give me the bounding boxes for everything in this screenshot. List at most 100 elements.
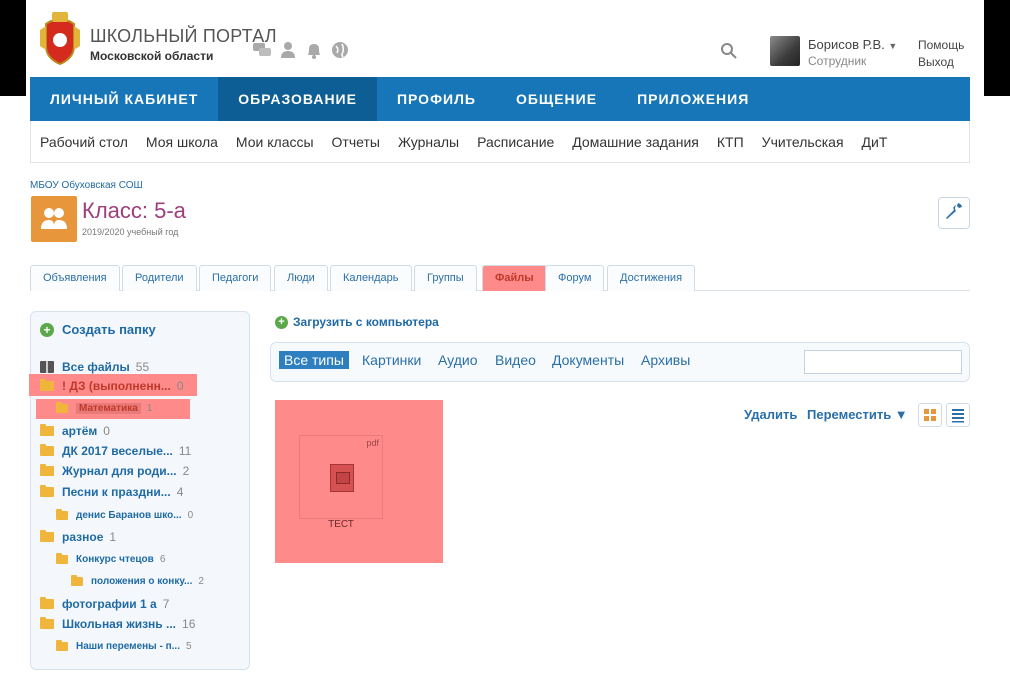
settings-button[interactable] xyxy=(938,197,970,229)
plus-icon: + xyxy=(40,322,54,337)
sub-nav-my-classes[interactable]: Мои классы xyxy=(236,134,314,150)
tree-count: 0 xyxy=(103,424,110,438)
tab-calendar[interactable]: Календарь xyxy=(330,265,412,291)
folder-item[interactable]: Конкурс чтецов 6 xyxy=(56,553,165,565)
delete-button[interactable]: Удалить xyxy=(744,407,797,422)
folder-item[interactable]: Журнал для роди... 2 xyxy=(40,464,189,478)
sub-nav-dit[interactable]: ДиТ xyxy=(862,134,888,150)
main-nav-communication[interactable]: ОБЩЕНИЕ xyxy=(496,77,617,121)
list-view-icon xyxy=(947,409,969,430)
grid-view-button[interactable] xyxy=(918,403,942,427)
folder-icon xyxy=(56,553,68,564)
person-icon[interactable] xyxy=(278,40,298,60)
tab-teachers[interactable]: Педагоги xyxy=(199,265,272,291)
folder-icon xyxy=(40,617,54,629)
folder-item[interactable]: фотографии 1 а 7 xyxy=(40,597,169,611)
user-menu[interactable]: Борисов Р.В. ▼ xyxy=(808,37,897,52)
folder-icon xyxy=(56,402,68,413)
sub-nav-my-school[interactable]: Моя школа xyxy=(146,134,218,150)
filter-images[interactable]: Картинки xyxy=(362,352,421,368)
upload-button[interactable]: + Загрузить с компьютера xyxy=(275,315,439,329)
tab-announcements[interactable]: Объявления xyxy=(30,265,120,291)
header-icons xyxy=(252,40,350,60)
tab-parents[interactable]: Родители xyxy=(122,265,197,291)
sub-nav-desktop[interactable]: Рабочий стол xyxy=(40,134,128,150)
tree-count: 1 xyxy=(146,403,153,414)
file-search-input[interactable] xyxy=(804,350,962,374)
list-view-button[interactable] xyxy=(946,403,970,427)
filter-video[interactable]: Видео xyxy=(495,352,536,368)
folder-icon xyxy=(56,640,68,651)
tab-groups[interactable]: Группы xyxy=(414,265,477,291)
filter-audio[interactable]: Аудио xyxy=(438,352,478,368)
tree-label: Все файлы xyxy=(62,360,130,374)
tree-count: 4 xyxy=(176,485,184,499)
file-item[interactable]: pdf xyxy=(299,435,383,519)
folder-icon xyxy=(40,485,54,497)
folder-icon xyxy=(40,464,54,476)
all-files-item[interactable]: Все файлы 55 xyxy=(40,360,149,374)
filter-documents[interactable]: Документы xyxy=(552,352,624,368)
folder-item[interactable]: ДК 2017 веселые... 11 xyxy=(40,444,191,458)
main-nav-profile[interactable]: ПРОФИЛЬ xyxy=(377,77,496,121)
folder-item[interactable]: Школьная жизнь ... 16 xyxy=(40,617,195,631)
main-nav-education[interactable]: ОБРАЗОВАНИЕ xyxy=(218,77,377,121)
folder-item[interactable]: разное 1 xyxy=(40,530,116,544)
chat-icon[interactable] xyxy=(252,40,272,60)
tree-count: 0 xyxy=(176,379,184,393)
folder-icon xyxy=(71,575,83,586)
tree-label: ! ДЗ (выполненн... xyxy=(62,379,171,393)
folder-icon xyxy=(40,444,54,456)
pdf-icon xyxy=(330,464,354,492)
main-nav-cabinet[interactable]: ЛИЧНЫЙ КАБИНЕТ xyxy=(30,77,218,121)
help-link[interactable]: Помощь xyxy=(918,38,964,52)
tab-forum[interactable]: Форум xyxy=(545,265,605,291)
sub-nav-teachers-room[interactable]: Учительская xyxy=(762,134,844,150)
portal-subtitle: Московской области xyxy=(90,49,214,63)
folder-item[interactable]: Песни к праздни... 4 xyxy=(40,485,183,499)
create-folder-button[interactable]: + Создать папку xyxy=(40,322,156,337)
folder-item[interactable]: положения о конку... 2 xyxy=(71,575,204,587)
upload-label: Загрузить с компьютера xyxy=(293,315,439,329)
sub-nav-journals[interactable]: Журналы xyxy=(398,134,459,150)
portal-title[interactable]: ШКОЛЬНЫЙ ПОРТАЛ xyxy=(90,26,277,47)
filter-all[interactable]: Все типы xyxy=(279,351,349,369)
coat-of-arms-icon[interactable] xyxy=(38,10,82,66)
tab-achievements[interactable]: Достижения xyxy=(607,265,696,291)
breadcrumb[interactable]: МБОУ Обуховская СОШ xyxy=(30,180,143,191)
file-grid: pdf ТЕСТ xyxy=(275,400,443,563)
avatar[interactable] xyxy=(770,36,800,66)
tab-people[interactable]: Люди xyxy=(274,265,328,291)
tree-count: 2 xyxy=(182,464,190,478)
tab-files[interactable]: Файлы xyxy=(482,265,547,291)
folder-icon xyxy=(40,597,54,609)
folder-item[interactable]: ! ДЗ (выполненн... 0 xyxy=(40,379,184,393)
bell-icon[interactable] xyxy=(304,40,324,60)
tree-count: 5 xyxy=(185,641,192,652)
sub-nav-homework[interactable]: Домашние задания xyxy=(572,134,699,150)
folder-item[interactable]: артём 0 xyxy=(40,424,110,438)
tree-label: разное xyxy=(62,530,104,544)
user-name: Борисов Р.В. xyxy=(808,37,885,52)
search-icon[interactable] xyxy=(720,42,738,65)
main-nav-apps[interactable]: ПРИЛОЖЕНИЯ xyxy=(617,77,769,121)
move-button[interactable]: Переместить ▼ xyxy=(807,407,908,422)
page-title: Класс: 5-а xyxy=(82,198,186,223)
site-header: ШКОЛЬНЫЙ ПОРТАЛ Московской области Борис… xyxy=(30,0,970,77)
folder-item[interactable]: Наши перемены - п... 5 xyxy=(56,640,192,652)
filter-archives[interactable]: Архивы xyxy=(641,352,690,368)
black-border-left xyxy=(0,0,26,96)
folder-item[interactable]: Математика 1 xyxy=(56,402,153,414)
file-name[interactable]: ТЕСТ xyxy=(299,519,383,530)
sub-nav-ktp[interactable]: КТП xyxy=(717,134,744,150)
globe-icon[interactable] xyxy=(330,40,350,60)
exit-link[interactable]: Выход xyxy=(918,55,954,69)
tree-count: 0 xyxy=(187,510,194,521)
folder-item[interactable]: денис Баранов шко... 0 xyxy=(56,509,194,521)
file-extension: pdf xyxy=(366,438,379,448)
sub-nav-schedule[interactable]: Расписание xyxy=(477,134,554,150)
grid-view-icon xyxy=(919,409,941,430)
sub-nav-reports[interactable]: Отчеты xyxy=(332,134,380,150)
sub-nav: Рабочий стол Моя школа Мои классы Отчеты… xyxy=(30,121,970,163)
folder-icon xyxy=(56,509,68,520)
